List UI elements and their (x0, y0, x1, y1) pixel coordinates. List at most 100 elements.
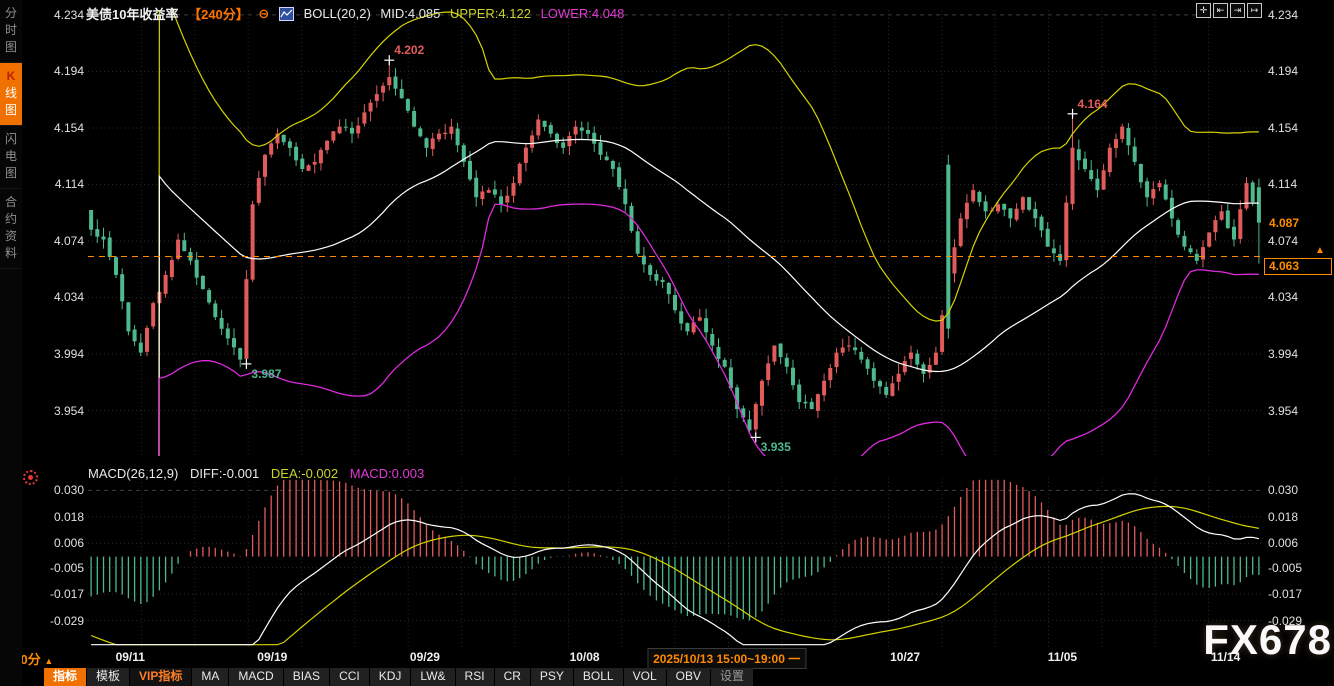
y-axis-label: -0.029 (36, 614, 84, 628)
toolbar-tab-MACD[interactable]: MACD (229, 668, 282, 686)
y-axis-label: 4.074 (1268, 234, 1316, 248)
x-axis-row: 240分 ▲ 2025/10/13 15:00~19:00 一 09/1109/… (0, 648, 1334, 666)
x-axis-label: 11/05 (1048, 650, 1077, 664)
sidebar-tab-分时图[interactable]: 分时图 (0, 0, 22, 63)
y-axis-label: 3.994 (1268, 347, 1316, 361)
toolbar-tab-VOL[interactable]: VOL (624, 668, 666, 686)
trading-app-window: 分时图K线图闪电图合约资料 美债10年收益率 【240分】 ⊖ BOLL(20,… (0, 0, 1334, 686)
sidebar-tab-K线图[interactable]: K线图 (0, 63, 22, 126)
collapse-icon[interactable]: ⊖ (258, 6, 269, 21)
y-axis-label: -0.017 (36, 587, 84, 601)
boll-label: BOLL(20,2) (304, 6, 371, 21)
x-axis-label: 09/11 (116, 650, 145, 664)
boll-lower-value: LOWER:4.048 (541, 6, 625, 21)
indicator-toolbar: 指标模板VIP指标MAMACDBIASCCIKDJLW&RSICRPSYBOLL… (44, 668, 753, 686)
toolbar-tab-PSY[interactable]: PSY (531, 668, 573, 686)
toolbar-tab-VIP指标[interactable]: VIP指标 (130, 668, 191, 686)
y-axis-label: 0.030 (1268, 483, 1316, 497)
y-axis-label: 0.006 (36, 536, 84, 550)
y-axis-label: 4.074 (36, 234, 84, 248)
toolbar-tab-指标[interactable]: 指标 (44, 668, 86, 686)
low-annotation: 3.987 (251, 367, 281, 381)
toolbar-tab-设置[interactable]: 设置 (711, 668, 753, 686)
scale-left-icon[interactable]: ⇤ (1213, 3, 1228, 18)
sidebar-tab-char: 合 (0, 194, 22, 211)
y-axis-label: 3.994 (36, 347, 84, 361)
y-axis-label: 4.114 (36, 177, 84, 191)
toolbar-tab-模板[interactable]: 模板 (87, 668, 129, 686)
left-sidebar: 分时图K线图闪电图合约资料 (0, 0, 22, 686)
y-axis-label: 4.034 (36, 290, 84, 304)
sidebar-tab-char: 时 (0, 22, 22, 39)
sidebar-tab-char: 图 (0, 39, 22, 56)
last-price-badge: 4.087 (1264, 215, 1334, 231)
instrument-title: 美债10年收益率 (86, 7, 178, 22)
toolbar-tab-MA[interactable]: MA (192, 668, 228, 686)
toolbar-tab-KDJ[interactable]: KDJ (370, 668, 411, 686)
high-annotation: 4.164 (1078, 97, 1108, 111)
boll-upper-value: UPPER:4.122 (450, 6, 531, 21)
y-axis-label: 4.154 (1268, 121, 1316, 135)
y-axis-label: 3.954 (1268, 404, 1316, 418)
macd-chart[interactable] (88, 478, 1262, 648)
y-axis-label: 4.234 (1268, 8, 1316, 22)
sidebar-tab-char: 约 (0, 211, 22, 228)
macd-diff-value: DIFF:-0.001 (190, 466, 259, 481)
toolbar-tab-BOLL[interactable]: BOLL (574, 668, 623, 686)
period-selector-arrow-icon: ▲ (44, 656, 53, 666)
indicator-chart-icon[interactable] (279, 7, 294, 21)
y-axis-label: -0.005 (36, 561, 84, 575)
sidebar-tab-char: 图 (0, 165, 22, 182)
y-axis-label: 4.234 (36, 8, 84, 22)
high-annotation: 4.202 (394, 43, 424, 57)
y-axis-label: 4.194 (1268, 64, 1316, 78)
ref-price-arrow-icon: ▲ (1315, 246, 1325, 256)
period-badge[interactable]: 【240分】 (188, 7, 249, 22)
y-axis-label: 4.114 (1268, 177, 1316, 191)
main-candle-chart[interactable] (88, 10, 1262, 456)
scale-right-icon[interactable]: ⇥ (1230, 3, 1245, 18)
toolbar-tab-BIAS[interactable]: BIAS (284, 668, 329, 686)
y-axis-label: 0.018 (36, 510, 84, 524)
boll-mid-value: MID:4.085 (380, 6, 440, 21)
hot-indicator-icon[interactable] (23, 470, 38, 485)
macd-dea-value: DEA:-0.002 (271, 466, 338, 481)
toolbar-tab-RSI[interactable]: RSI (456, 668, 494, 686)
y-axis-label: 4.154 (36, 121, 84, 135)
y-axis-label: -0.017 (1268, 587, 1316, 601)
macd-header: MACD(26,12,9) DIFF:-0.001 DEA:-0.002 MAC… (88, 466, 432, 481)
toolbar-tab-LW&[interactable]: LW& (411, 668, 454, 686)
chart-header: 美债10年收益率 【240分】 ⊖ BOLL(20,2) MID:4.085 U… (86, 4, 630, 20)
toolbar-tab-CCI[interactable]: CCI (330, 668, 369, 686)
sidebar-tab-char: 料 (0, 245, 22, 262)
sidebar-tab-char: 分 (0, 5, 22, 22)
sidebar-tab-char: 线 (0, 85, 22, 102)
x-axis-label: 10/08 (570, 650, 600, 664)
ref-price-box: 4.063 (1264, 258, 1332, 275)
y-axis-label: 4.194 (36, 64, 84, 78)
y-axis-label: -0.005 (1268, 561, 1316, 575)
sidebar-tab-char: 图 (0, 102, 22, 119)
y-axis-label: 4.034 (1268, 290, 1316, 304)
toolbar-tab-CR[interactable]: CR (495, 668, 530, 686)
y-axis-label: 0.006 (1268, 536, 1316, 550)
hovered-bar-date-label: 2025/10/13 15:00~19:00 一 (647, 648, 806, 669)
macd-label: MACD(26,12,9) (88, 466, 178, 481)
chart-tools-group: ✛⇤⇥↦ (1196, 3, 1262, 18)
x-axis-label: 10/27 (890, 650, 920, 664)
toolbar-tab-OBV[interactable]: OBV (667, 668, 710, 686)
low-annotation: 3.935 (761, 440, 791, 454)
y-axis-label: 0.018 (1268, 510, 1316, 524)
y-axis-label: 0.030 (36, 483, 84, 497)
watermark: FX678 (1203, 616, 1332, 664)
macd-value: MACD:0.003 (350, 466, 424, 481)
x-axis-label: 09/19 (257, 650, 287, 664)
sidebar-tab-char: 闪 (0, 131, 22, 148)
sidebar-tab-char: 资 (0, 228, 22, 245)
pan-right-icon[interactable]: ↦ (1247, 3, 1262, 18)
sidebar-tab-合约资料[interactable]: 合约资料 (0, 189, 22, 269)
sidebar-tab-char: 电 (0, 148, 22, 165)
move-chart-icon[interactable]: ✛ (1196, 3, 1211, 18)
sidebar-tab-char: K (0, 68, 22, 85)
sidebar-tab-闪电图[interactable]: 闪电图 (0, 126, 22, 189)
